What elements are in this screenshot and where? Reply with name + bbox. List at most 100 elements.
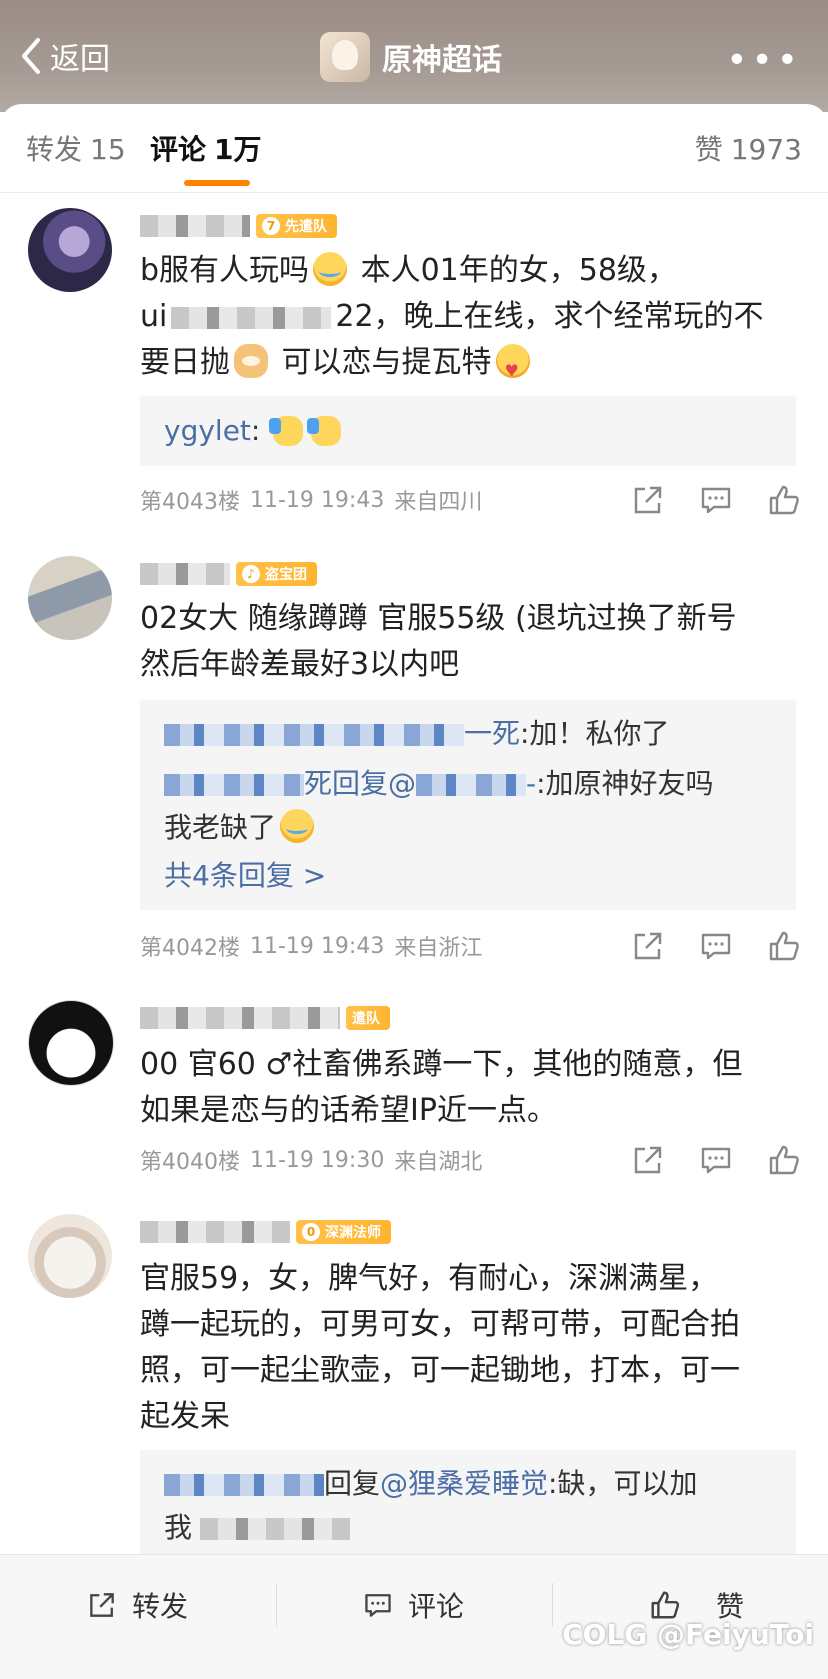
reply-text: 我老缺了: [164, 811, 277, 844]
contact-masked: [200, 1518, 351, 1540]
floor-number: 第4042楼: [140, 936, 240, 961]
username-masked: [140, 215, 250, 237]
divider: [276, 1583, 277, 1627]
more-options-icon[interactable]: •••: [726, 40, 802, 81]
username-masked: [140, 563, 230, 585]
bottom-repost-label: 转发: [132, 1590, 189, 1623]
floor-number: 第4040楼: [140, 1150, 240, 1175]
reply-text: 回复: [324, 1467, 381, 1500]
share-icon[interactable]: [630, 1142, 666, 1178]
bottom-action-bar: 转发 评论 赞: [0, 1554, 828, 1679]
reply-mention[interactable]: -: [526, 767, 536, 800]
username-masked: [140, 1007, 340, 1029]
love-emoji-icon: [495, 344, 530, 394]
crying-emoji-icon: [280, 809, 315, 843]
reply-line: ygylet:: [164, 409, 345, 453]
reply-line: 我: [164, 1506, 351, 1550]
location: 来自浙江: [394, 936, 483, 961]
reply-mention[interactable]: 死回复@: [304, 767, 416, 800]
reply-line: 回复@狸桑爱睡觉:缺，可以加: [164, 1462, 697, 1506]
badge-label: 盗宝团: [265, 567, 307, 583]
comment-text-part: 本人01年的女，58级，: [351, 253, 677, 288]
location: 来自湖北: [394, 1150, 483, 1175]
avatar[interactable]: [28, 208, 112, 292]
tab-comment-count: 1万: [214, 133, 262, 166]
badge-level: 7: [262, 217, 280, 235]
reply-text: :加原神好友吗: [536, 767, 714, 800]
reply-username[interactable]: 一死: [464, 717, 520, 750]
comment-text-part: 起发呆: [140, 1399, 230, 1434]
comment-text: 00 官60 ♂社畜佛系蹲一下，其他的随意，但 如果是恋与的话希望IP近一点。: [140, 1042, 800, 1134]
username-masked: [140, 1221, 290, 1243]
topic-title: 原神超话: [382, 43, 502, 78]
comment-icon[interactable]: [698, 482, 734, 518]
username-row[interactable]: 7 先遣队: [140, 208, 337, 244]
tab-repost[interactable]: 转发 15: [26, 128, 126, 168]
avatar[interactable]: [28, 556, 112, 640]
avatar[interactable]: [28, 1000, 114, 1086]
tab-like-count: 1973: [730, 133, 802, 166]
reply-box[interactable]: ygylet:: [140, 396, 796, 466]
tab-comment-label: 评论: [150, 133, 207, 166]
floor-number: 第4043楼: [140, 490, 240, 515]
tab-bar: 转发 15 评论 1万 赞 1973: [0, 104, 828, 193]
username-row[interactable]: 0 深渊法师: [140, 1214, 391, 1250]
comment-text-part: 照，可一起尘歌壶，可一起锄地，打本，可一: [140, 1353, 740, 1388]
tab-repost-count: 15: [90, 133, 126, 166]
timestamp: 11-19 19:30: [250, 1147, 385, 1173]
avatar[interactable]: [28, 1214, 112, 1298]
reply-line: 死回复@ -:加原神好友吗: [164, 762, 714, 806]
comment-text-part: 蹲一起玩的，可男可女，可帮可带，可配合拍: [140, 1307, 740, 1342]
topic-logo: [320, 32, 370, 82]
comment-text-part: 22，晚上在线，求个经常玩的不: [335, 299, 764, 334]
wave-emoji-icon: [269, 416, 304, 446]
comment-text: 官服59，女，脾气好，有耐心，深渊满星， 蹲一起玩的，可男可女，可帮可带，可配合…: [140, 1256, 800, 1440]
back-button[interactable]: 返回: [18, 30, 110, 82]
topic-title-area[interactable]: 原神超话: [320, 30, 502, 84]
comment-text-part: 可以恋与提瓦特: [272, 345, 492, 380]
share-icon: [90, 1593, 114, 1617]
tab-like[interactable]: 赞 1973: [695, 128, 802, 168]
badge-label: 深渊法师: [325, 1225, 381, 1241]
comment-meta: 第4040楼 11-19 19:30 来自湖北: [140, 1142, 492, 1178]
comment-actions: [598, 482, 802, 518]
comment-meta: 第4043楼 11-19 19:43 来自四川: [140, 482, 492, 518]
timestamp: 11-19 19:43: [250, 487, 385, 513]
comment-text-part: 官服59，女，脾气好，有耐心，深渊满星，: [140, 1261, 719, 1296]
fan-badge: 7 先遣队: [256, 214, 337, 238]
watermark: COLG @FeiyuToi: [562, 1618, 814, 1651]
comment-icon: [365, 1594, 391, 1617]
tab-repost-label: 转发: [26, 133, 83, 166]
more-replies-link[interactable]: 共4条回复 >: [164, 854, 326, 898]
bottom-comment-button[interactable]: 评论: [362, 1585, 464, 1625]
username-row[interactable]: 遣队: [140, 1000, 390, 1036]
chevron-left-icon: [22, 38, 40, 74]
fan-badge: 0 深渊法师: [296, 1220, 391, 1244]
share-icon[interactable]: [630, 482, 666, 518]
reply-mention-masked: [416, 774, 527, 796]
reply-line: 我老缺了: [164, 806, 318, 850]
timestamp: 11-19 19:43: [250, 933, 385, 959]
reply-box[interactable]: 一死:加！私你了 死回复@ -:加原神好友吗 我老缺了 共4条回复 >: [140, 700, 796, 910]
reply-box[interactable]: 回复@狸桑爱睡觉:缺，可以加 我: [140, 1450, 796, 1554]
wave-emoji-icon: [307, 416, 342, 446]
comment-text-part: ui: [140, 299, 168, 334]
share-icon[interactable]: [630, 928, 666, 964]
dog-emoji-icon: [234, 344, 268, 378]
like-icon[interactable]: [766, 928, 802, 964]
username-row[interactable]: ♪ 盗宝团: [140, 556, 317, 592]
tab-comment[interactable]: 评论 1万: [150, 128, 262, 168]
reply-username[interactable]: ygylet: [164, 414, 251, 447]
reply-mention[interactable]: @狸桑爱睡觉: [380, 1467, 548, 1500]
back-label: 返回: [50, 42, 110, 77]
bottom-repost-button[interactable]: 转发: [86, 1585, 188, 1625]
like-icon[interactable]: [766, 482, 802, 518]
badge-label: 遣队: [352, 1011, 380, 1027]
comment-text: 02女大 随缘蹲蹲 官服55级 (退坑过换了新号 然后年龄差最好3以内吧: [140, 596, 800, 688]
comment-text: b服有人玩吗 本人01年的女，58级， ui 22，晚上在线，求个经常玩的不 要日…: [140, 248, 800, 394]
reply-text: :缺，可以加: [548, 1467, 698, 1500]
comment-icon[interactable]: [698, 928, 734, 964]
comment-icon[interactable]: [698, 1142, 734, 1178]
like-icon[interactable]: [766, 1142, 802, 1178]
badge-level: 0: [302, 1223, 320, 1241]
